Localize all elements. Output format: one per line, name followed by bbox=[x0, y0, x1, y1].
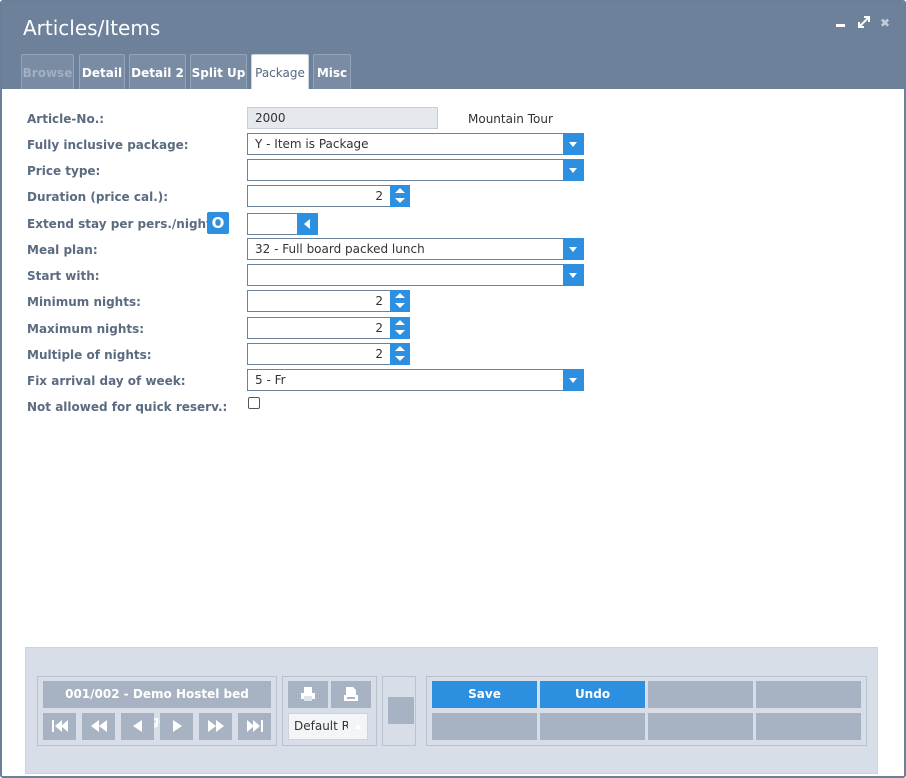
action-button-3[interactable] bbox=[648, 681, 753, 708]
action-button-6[interactable] bbox=[540, 713, 645, 740]
tab-detail[interactable]: Detail bbox=[79, 54, 125, 89]
rewind-icon[interactable] bbox=[82, 713, 115, 740]
tab-detail-2[interactable]: Detail 2 bbox=[129, 54, 186, 89]
max-nights-label: Maximum nights: bbox=[27, 322, 145, 336]
report-select[interactable]: Default Re bbox=[288, 713, 368, 740]
not-allowed-quick-label: Not allowed for quick reserv.: bbox=[27, 400, 228, 414]
maximize-icon[interactable] bbox=[857, 16, 871, 30]
record-label: 001/002 - Demo Hostel bed categories bbox=[43, 681, 271, 728]
window-title: Articles/Items bbox=[23, 16, 161, 40]
fully-inclusive-value: Y - Item is Package bbox=[255, 137, 369, 151]
record-navigation: 001/002 - Demo Hostel bed categories bbox=[37, 676, 277, 746]
action-button-8[interactable] bbox=[756, 713, 861, 740]
first-icon[interactable] bbox=[43, 713, 76, 740]
article-no-field: 2000 bbox=[247, 107, 438, 129]
action-button-7[interactable] bbox=[648, 713, 753, 740]
prev-icon[interactable] bbox=[121, 713, 154, 740]
spinner-icon[interactable] bbox=[390, 343, 410, 365]
min-nights-label: Minimum nights: bbox=[27, 295, 141, 309]
misc-group bbox=[382, 676, 416, 746]
tab-package[interactable]: Package bbox=[251, 54, 309, 89]
fully-inclusive-select[interactable]: Y - Item is Package bbox=[247, 133, 584, 155]
chevron-up-icon[interactable] bbox=[348, 714, 367, 739]
min-nights-value: 2 bbox=[375, 294, 383, 308]
not-allowed-quick-checkbox[interactable] bbox=[248, 397, 260, 409]
chevron-left-icon[interactable] bbox=[298, 213, 318, 235]
extend-stay-o-button[interactable]: O bbox=[207, 212, 229, 234]
extend-stay-label: Extend stay per pers./night: bbox=[27, 217, 217, 231]
action-group: Save Undo bbox=[426, 676, 867, 746]
print-icon[interactable] bbox=[288, 681, 328, 708]
title-bar: Articles/Items ✖ Browse Detail Detail 2 … bbox=[2, 2, 904, 89]
chevron-down-icon[interactable] bbox=[563, 264, 584, 286]
close-icon[interactable]: ✖ bbox=[878, 16, 892, 30]
fix-arrival-select[interactable]: 5 - Fr bbox=[247, 369, 584, 391]
meal-plan-value: 32 - Full board packed lunch bbox=[255, 242, 425, 256]
max-nights-stepper[interactable]: 2 bbox=[247, 317, 410, 339]
spinner-icon[interactable] bbox=[390, 290, 410, 312]
meal-plan-select[interactable]: 32 - Full board packed lunch bbox=[247, 238, 584, 260]
spinner-icon[interactable] bbox=[390, 185, 410, 207]
action-button-5[interactable] bbox=[432, 713, 537, 740]
max-nights-value: 2 bbox=[375, 321, 383, 335]
fast-forward-icon[interactable] bbox=[199, 713, 232, 740]
fix-arrival-value: 5 - Fr bbox=[255, 373, 286, 387]
multiple-nights-stepper[interactable]: 2 bbox=[247, 343, 410, 365]
action-button-4[interactable] bbox=[756, 681, 861, 708]
undo-button[interactable]: Undo bbox=[540, 681, 645, 708]
price-type-label: Price type: bbox=[27, 164, 101, 178]
next-icon[interactable] bbox=[160, 713, 193, 740]
misc-button[interactable] bbox=[388, 697, 414, 724]
extend-stay-field[interactable] bbox=[247, 213, 298, 235]
multiple-nights-value: 2 bbox=[375, 347, 383, 361]
price-type-select[interactable] bbox=[247, 159, 584, 181]
preview-icon[interactable] bbox=[331, 681, 371, 708]
chevron-down-icon[interactable] bbox=[563, 369, 584, 391]
footer-panel: 001/002 - Demo Hostel bed categories Def… bbox=[25, 647, 878, 774]
tab-browse[interactable]: Browse bbox=[21, 54, 74, 89]
start-with-label: Start with: bbox=[27, 269, 100, 283]
chevron-down-icon[interactable] bbox=[563, 159, 584, 181]
save-button[interactable]: Save bbox=[432, 681, 537, 708]
duration-stepper[interactable]: 2 bbox=[247, 185, 410, 207]
tab-split-up[interactable]: Split Up bbox=[190, 54, 247, 89]
article-no-label: Article-No.: bbox=[27, 112, 105, 126]
article-description: Mountain Tour bbox=[468, 112, 553, 126]
start-with-select[interactable] bbox=[247, 264, 584, 286]
articles-window: Articles/Items ✖ Browse Detail Detail 2 … bbox=[0, 0, 906, 778]
last-icon[interactable] bbox=[238, 713, 271, 740]
minimize-icon[interactable] bbox=[834, 16, 848, 30]
package-form: Article-No.: 2000 Mountain Tour Fully in… bbox=[2, 89, 904, 776]
duration-value: 2 bbox=[375, 189, 383, 203]
multiple-nights-label: Multiple of nights: bbox=[27, 348, 152, 362]
chevron-down-icon[interactable] bbox=[563, 133, 584, 155]
spinner-icon[interactable] bbox=[390, 317, 410, 339]
chevron-down-icon[interactable] bbox=[563, 238, 584, 260]
print-group: Default Re bbox=[282, 676, 377, 746]
tab-misc[interactable]: Misc bbox=[313, 54, 351, 89]
meal-plan-label: Meal plan: bbox=[27, 243, 98, 257]
fully-inclusive-label: Fully inclusive package: bbox=[27, 138, 189, 152]
fix-arrival-label: Fix arrival day of week: bbox=[27, 374, 186, 388]
min-nights-stepper[interactable]: 2 bbox=[247, 290, 410, 312]
duration-label: Duration (price cal.): bbox=[27, 190, 169, 204]
